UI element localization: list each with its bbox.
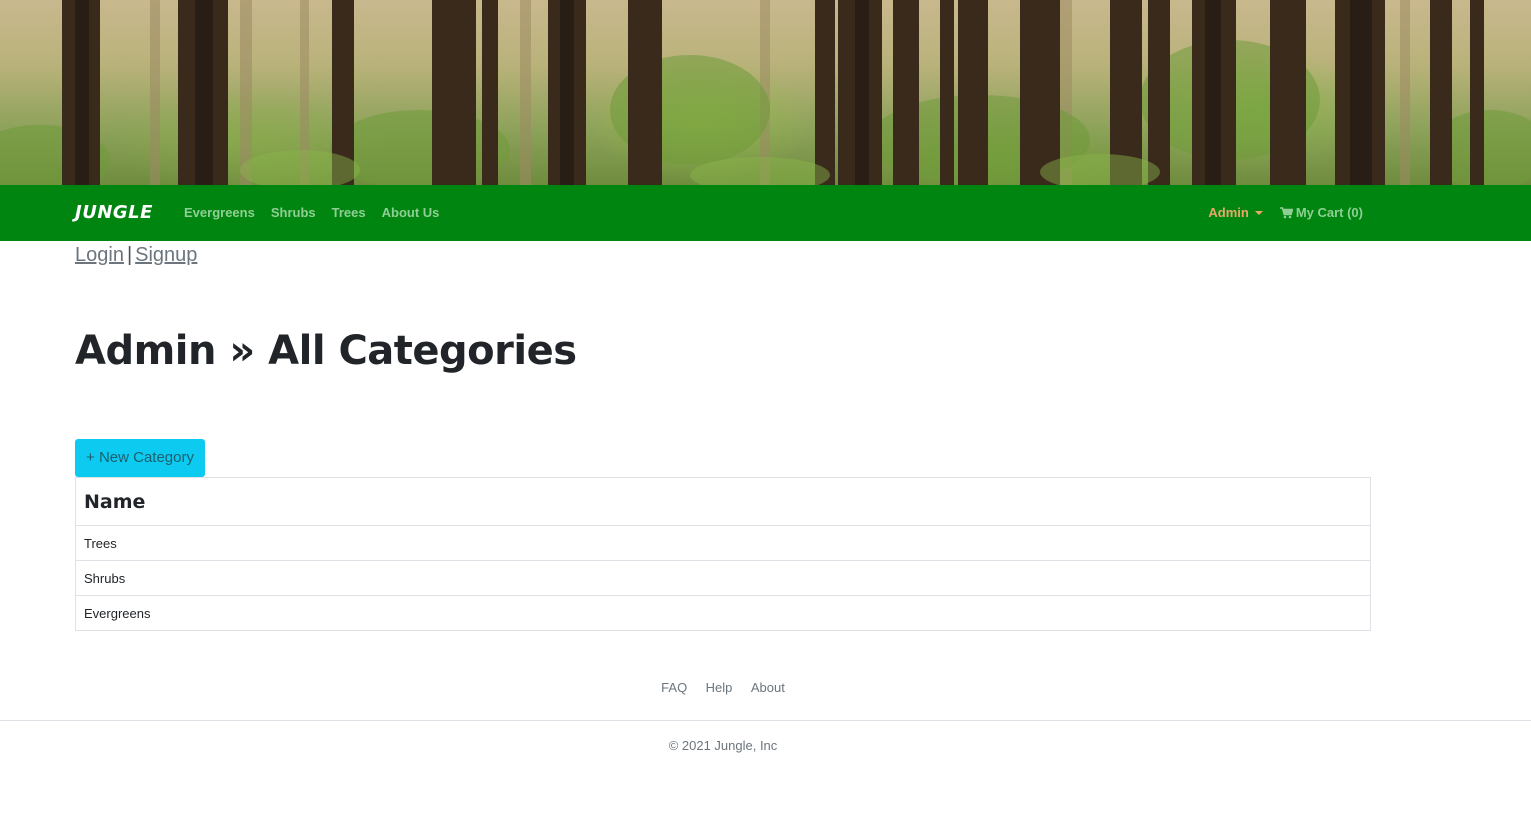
table-header-row: Name	[75, 477, 1371, 526]
forest-illustration	[0, 0, 1531, 185]
page-title: Admin » All Categories	[75, 328, 577, 374]
nav-link-about-us[interactable]: About Us	[382, 205, 440, 220]
admin-dropdown-label: Admin	[1208, 205, 1249, 220]
category-name-cell: Evergreens	[75, 595, 1371, 631]
footer-links: FAQ Help About	[0, 679, 1446, 697]
nav-links: Evergreens Shrubs Trees About Us	[184, 205, 455, 220]
login-link[interactable]: Login	[75, 244, 124, 266]
copyright-text: © 2021 Jungle, Inc	[668, 738, 778, 753]
categories-table: Name Trees Shrubs Evergreens	[75, 477, 1371, 631]
signup-link[interactable]: Signup	[135, 244, 197, 266]
category-name-cell: Trees	[75, 525, 1371, 561]
auth-links: Login | Signup	[75, 244, 197, 267]
table-row: Evergreens	[75, 595, 1371, 631]
admin-dropdown[interactable]: Admin	[1208, 205, 1263, 220]
cart-label: My Cart (0)	[1295, 205, 1363, 220]
cart-link[interactable]: My Cart (0)	[1279, 205, 1363, 220]
nav-link-evergreens[interactable]: Evergreens	[184, 205, 255, 220]
nav-right: Admin My Cart (0)	[1208, 205, 1363, 220]
table-row: Trees	[75, 525, 1371, 561]
footer-link-about[interactable]: About	[751, 680, 785, 695]
forest-banner	[0, 0, 1531, 185]
column-header-name: Name	[75, 477, 1371, 526]
footer-link-help[interactable]: Help	[706, 680, 733, 695]
brand-logo[interactable]: JUNGLE	[75, 202, 153, 223]
category-name-cell: Shrubs	[75, 560, 1371, 596]
caret-down-icon	[1254, 211, 1263, 215]
shopping-cart-icon	[1279, 206, 1293, 218]
footer-divider	[0, 720, 1531, 721]
main-navbar: JUNGLE Evergreens Shrubs Trees About Us …	[0, 185, 1531, 241]
table-row: Shrubs	[75, 560, 1371, 596]
nav-link-shrubs[interactable]: Shrubs	[271, 205, 316, 220]
footer-link-faq[interactable]: FAQ	[661, 680, 687, 695]
auth-separator: |	[126, 244, 133, 266]
nav-link-trees[interactable]: Trees	[332, 205, 366, 220]
new-category-button[interactable]: + New Category	[75, 439, 205, 477]
